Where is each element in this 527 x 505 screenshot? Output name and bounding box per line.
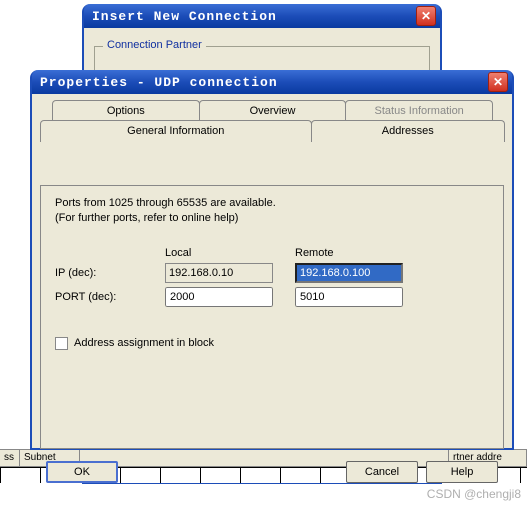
- grid-col-ss: ss: [0, 450, 20, 466]
- props-title: Properties - UDP connection: [40, 75, 488, 90]
- ip-label: IP (dec):: [55, 267, 165, 279]
- block-checkbox-row: Address assignment in block: [55, 337, 489, 350]
- hint-line-1: Ports from 1025 through 65535 are availa…: [55, 197, 276, 209]
- close-icon[interactable]: ✕: [416, 6, 436, 26]
- props-body: Options Overview Status Information Gene…: [32, 94, 512, 491]
- tab-overview[interactable]: Overview: [199, 100, 347, 122]
- tab-status-info[interactable]: Status Information: [345, 100, 493, 122]
- tab-addresses[interactable]: Addresses: [311, 120, 506, 142]
- cancel-button[interactable]: Cancel: [346, 461, 418, 483]
- hint-line-2: (For further ports, refer to online help…: [55, 212, 238, 224]
- properties-window: Properties - UDP connection ✕ Options Ov…: [30, 70, 514, 450]
- ok-button[interactable]: OK: [46, 461, 118, 483]
- help-button[interactable]: Help: [426, 461, 498, 483]
- port-row: PORT (dec):: [55, 287, 489, 307]
- ip-local-field: [165, 263, 273, 283]
- port-label: PORT (dec):: [55, 291, 165, 303]
- tab-general-info[interactable]: General Information: [40, 120, 312, 142]
- port-remote-field[interactable]: [295, 287, 403, 307]
- port-local-field[interactable]: [165, 287, 273, 307]
- parent-titlebar: Insert New Connection ✕: [84, 4, 440, 28]
- ip-remote-field[interactable]: [295, 263, 403, 283]
- port-hint: Ports from 1025 through 65535 are availa…: [55, 196, 489, 227]
- close-icon[interactable]: ✕: [488, 72, 508, 92]
- tab-strip: Options Overview Status Information Gene…: [40, 100, 504, 144]
- column-headers: Local Remote: [165, 247, 489, 259]
- ip-row: IP (dec):: [55, 263, 489, 283]
- connection-partner-label: Connection Partner: [103, 39, 206, 51]
- local-header: Local: [165, 247, 295, 259]
- tab-options[interactable]: Options: [52, 100, 200, 122]
- props-titlebar: Properties - UDP connection ✕: [32, 70, 512, 94]
- parent-title: Insert New Connection: [92, 9, 416, 24]
- block-checkbox-label: Address assignment in block: [74, 337, 214, 349]
- block-checkbox[interactable]: [55, 337, 68, 350]
- remote-header: Remote: [295, 247, 425, 259]
- watermark: CSDN @chengji8: [427, 487, 521, 501]
- addresses-panel: Ports from 1025 through 65535 are availa…: [40, 185, 504, 449]
